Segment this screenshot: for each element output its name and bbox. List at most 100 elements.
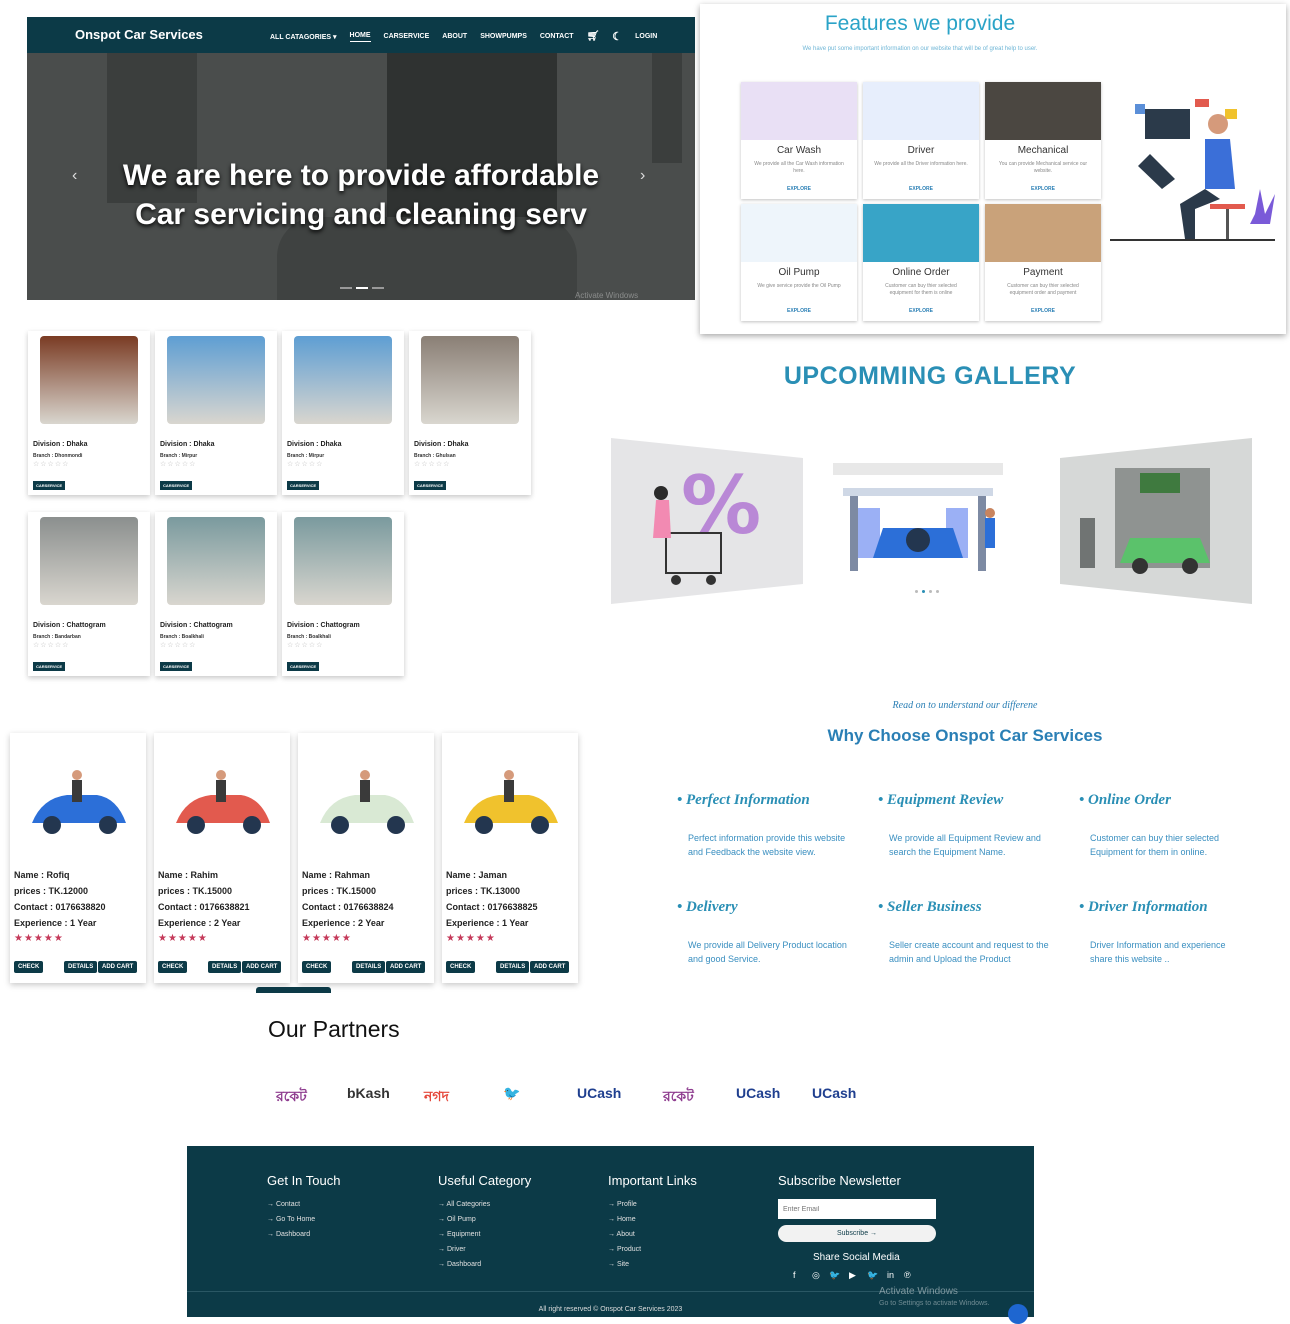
nav-home[interactable]: HOME <box>349 32 371 42</box>
feature-title: Mechanical <box>1017 145 1069 156</box>
gallery-slide-station[interactable] <box>1060 438 1252 604</box>
footer-link[interactable]: → Product <box>608 1246 641 1253</box>
linkedin-icon[interactable]: in <box>887 1270 894 1280</box>
carservice-button[interactable]: CARSERVICE <box>160 481 193 490</box>
check-button[interactable]: CHECK <box>158 961 188 973</box>
add-cart-button[interactable]: ADD CART <box>242 961 282 973</box>
feature-explore-link[interactable]: EXPLORE <box>863 308 979 314</box>
footer-link[interactable]: → About <box>608 1231 635 1238</box>
partner-logo: 🐦 <box>503 1085 521 1101</box>
pinterest-icon[interactable]: ℗ <box>904 1270 911 1280</box>
feature-explore-link[interactable]: EXPLORE <box>863 186 979 192</box>
feature-explore-link[interactable]: EXPLORE <box>985 308 1101 314</box>
feature-explore-link[interactable]: EXPLORE <box>741 186 857 192</box>
footer-link[interactable]: → Equipment <box>438 1231 480 1238</box>
twitter-icon-2[interactable]: 🐦 <box>867 1270 878 1281</box>
nav-showpumps[interactable]: SHOWPUMPS <box>480 33 527 40</box>
carousel-dot[interactable] <box>340 287 352 289</box>
feature-desc: We provide all the Car Wash information … <box>754 161 844 174</box>
feature-title: Driver <box>907 145 935 156</box>
check-button[interactable]: CHECK <box>14 961 44 973</box>
details-button[interactable]: DETAILS <box>64 961 98 973</box>
check-button[interactable]: CHECK <box>446 961 476 973</box>
feature-explore-link[interactable]: EXPLORE <box>985 186 1101 192</box>
footer-link[interactable]: → Go To Home <box>267 1216 315 1223</box>
gallery-slide-shopping[interactable]: % <box>611 438 803 604</box>
carservice-button[interactable]: CARSERVICE <box>33 481 66 490</box>
rating-stars: ☆☆☆☆☆ <box>160 642 197 649</box>
copyright-text: All right reserved © Onspot Car Services… <box>538 1306 683 1313</box>
gallery-slide-carwash[interactable] <box>828 458 1008 578</box>
feature-card[interactable]: Car Wash We provide all the Car Wash info… <box>741 82 857 199</box>
carservice-button[interactable]: CARSERVICE <box>414 481 447 490</box>
feature-card[interactable]: Driver We provide all the Driver informat… <box>863 82 979 199</box>
feature-card[interactable]: Payment Customer can buy thier selected e… <box>985 204 1101 321</box>
nav-contact[interactable]: CONTACT <box>540 33 574 40</box>
nav-links: ALL CATAGORIES ▾ HOME CARSERVICE ABOUT S… <box>270 30 670 43</box>
footer-link[interactable]: → Dashboard <box>267 1231 310 1238</box>
footer-link[interactable]: → Dashboard <box>438 1261 481 1268</box>
youtube-icon[interactable]: ▶ <box>849 1270 856 1281</box>
newsletter-email-input[interactable] <box>778 1199 936 1219</box>
mechanic-card: Name : Rahman prices : TK.15000 Contact : … <box>298 733 434 983</box>
nav-carservice[interactable]: CARSERVICE <box>384 33 430 40</box>
add-cart-button[interactable]: ADD CART <box>386 961 426 973</box>
gallery-dot[interactable] <box>936 590 939 593</box>
carousel-prev-icon[interactable]: ‹ <box>72 167 77 185</box>
carservice-button[interactable]: CARSERVICE <box>33 662 66 671</box>
mechanic-contact: Contact : 0176638825 <box>446 902 538 912</box>
facebook-icon[interactable]: f <box>793 1270 796 1280</box>
details-button[interactable]: DETAILS <box>208 961 242 973</box>
carservice-button[interactable]: CARSERVICE <box>160 662 193 671</box>
footer-link[interactable]: → Contact <box>267 1201 300 1208</box>
gallery-dot[interactable] <box>929 590 932 593</box>
feature-title: Oil Pump <box>778 267 820 278</box>
carousel-dot[interactable] <box>372 287 384 289</box>
carservice-button[interactable]: CARSERVICE <box>287 481 320 490</box>
footer-link[interactable]: → Profile <box>608 1201 637 1208</box>
feature-image <box>985 82 1101 140</box>
feature-desc: We give service provide the Oil Pump <box>757 283 841 289</box>
brand-logo[interactable]: Onspot Car Services <box>75 27 203 42</box>
footer-link[interactable]: → All Categories <box>438 1201 490 1208</box>
feature-card[interactable]: Mechanical You can provide Mechanical ser… <box>985 82 1101 199</box>
features-section: Features we provide We have put some imp… <box>700 4 1286 334</box>
rating-stars: ☆☆☆☆☆ <box>414 461 451 468</box>
check-button[interactable]: CHECK <box>302 961 332 973</box>
details-button[interactable]: DETAILS <box>352 961 386 973</box>
add-cart-button[interactable]: ADD CART <box>98 961 138 973</box>
branch-name: Branch : Dhonmondi <box>33 453 83 459</box>
scroll-top-button[interactable] <box>1008 1304 1028 1324</box>
moon-icon[interactable]: ☾ <box>612 30 622 43</box>
nav-about[interactable]: ABOUT <box>442 33 467 40</box>
carousel-dot[interactable] <box>356 287 368 289</box>
feature-card[interactable]: Online Order Customer can buy thier selec… <box>863 204 979 321</box>
more-button[interactable] <box>256 987 331 993</box>
branch-image <box>421 336 519 424</box>
instagram-icon[interactable]: ◎ <box>812 1270 820 1281</box>
gallery-dot[interactable] <box>922 590 925 593</box>
feature-title: Payment <box>1023 267 1063 278</box>
footer-link[interactable]: → Oil Pump <box>438 1216 476 1223</box>
branch-image <box>167 336 265 424</box>
feature-card[interactable]: Oil Pump We give service provide the Oil … <box>741 204 857 321</box>
add-cart-button[interactable]: ADD CART <box>530 961 570 973</box>
carousel-next-icon[interactable]: › <box>640 167 645 185</box>
partner-logo: UCash <box>577 1085 622 1101</box>
features-subtitle: We have put some important information o… <box>802 46 1038 52</box>
twitter-icon[interactable]: 🐦 <box>829 1270 840 1281</box>
nav-all-categories[interactable]: ALL CATAGORIES ▾ <box>270 33 337 41</box>
footer-link[interactable]: → Driver <box>438 1246 466 1253</box>
carservice-button[interactable]: CARSERVICE <box>287 662 320 671</box>
details-button[interactable]: DETAILS <box>496 961 530 973</box>
feature-desc: We provide all the Driver information he… <box>874 161 968 167</box>
footer-link[interactable]: → Site <box>608 1261 629 1268</box>
footer-link[interactable]: → Home <box>608 1216 636 1223</box>
subscribe-button[interactable]: Subscribe → <box>778 1225 936 1242</box>
feature-explore-link[interactable]: EXPLORE <box>741 308 857 314</box>
hero-carousel: Onspot Car Services ALL CATAGORIES ▾ HOM… <box>27 17 695 300</box>
cart-icon[interactable]: 🛒︎ <box>587 31 600 42</box>
rating-stars: ☆☆☆☆☆ <box>33 461 70 468</box>
nav-login[interactable]: LOGIN <box>635 33 657 40</box>
gallery-dot[interactable] <box>915 590 918 593</box>
